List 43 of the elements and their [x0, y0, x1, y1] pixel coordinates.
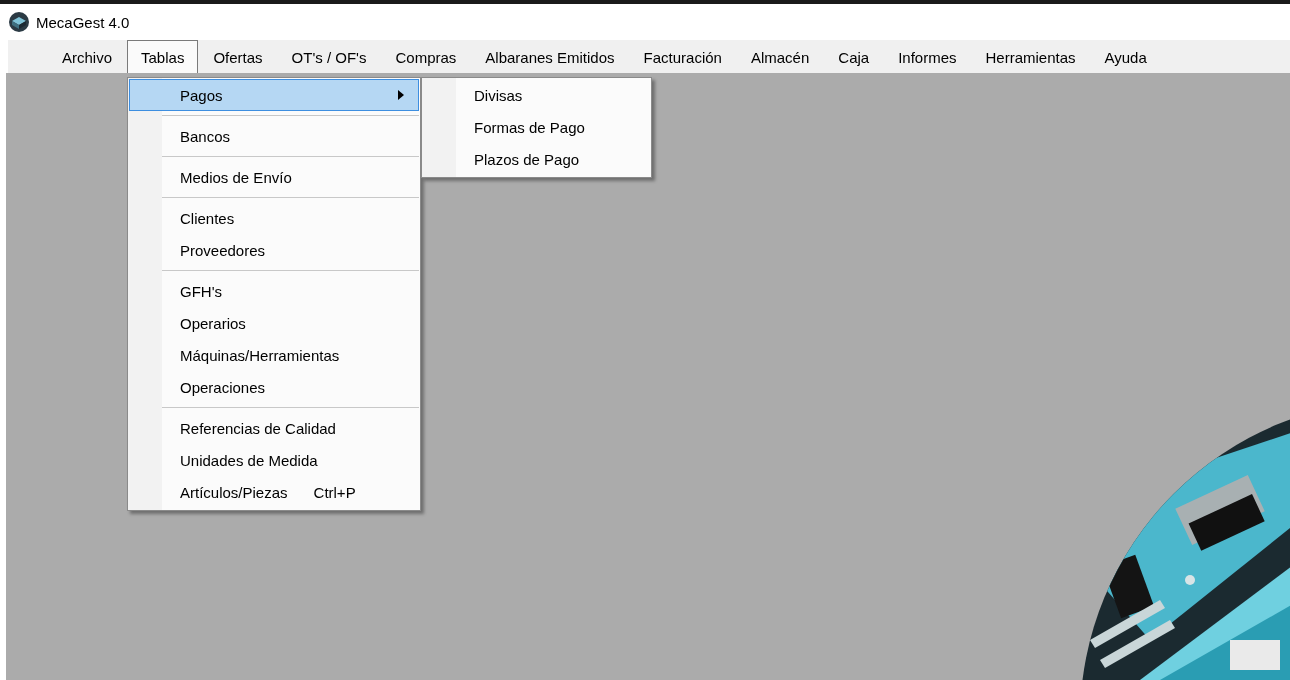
- menu-entry[interactable]: Plazos de Pago: [423, 143, 650, 175]
- menu-entry[interactable]: Operaciones: [129, 371, 419, 403]
- entry-label: Artículos/Piezas: [180, 483, 288, 501]
- menu-entry[interactable]: Referencias de Calidad: [129, 412, 419, 444]
- menu-item[interactable]: Facturación: [629, 40, 736, 73]
- window-title: MecaGest 4.0: [36, 13, 130, 31]
- menu-entry[interactable]: Medios de Envío: [129, 161, 419, 193]
- menu-item[interactable]: Almacén: [736, 40, 824, 73]
- entry-label: Clientes: [180, 209, 235, 227]
- entry-label: Proveedores: [180, 241, 266, 259]
- submenu-arrow-icon: [398, 90, 404, 100]
- entry-label: GFH's: [180, 282, 223, 300]
- menu-entry[interactable]: Proveedores: [129, 234, 419, 266]
- menu-item[interactable]: Herramientas: [971, 40, 1090, 73]
- entry-label: Máquinas/Herramientas: [180, 346, 340, 364]
- menu-entry[interactable]: Artículos/Piezas Ctrl+P: [129, 476, 419, 508]
- app-cube-icon: [8, 11, 30, 33]
- entry-label: Pagos: [180, 86, 223, 104]
- menu-item[interactable]: Archivo: [48, 40, 127, 73]
- menu-item[interactable]: Compras: [381, 40, 471, 73]
- shortcut-label: Ctrl+P: [313, 483, 356, 501]
- menu-item[interactable]: Ayuda: [1090, 40, 1161, 73]
- menu-item[interactable]: Albaranes Emitidos: [471, 40, 629, 73]
- menu-entry[interactable]: Operarios: [129, 307, 419, 339]
- menu-item[interactable]: Tablas: [127, 40, 199, 73]
- entry-label: Unidades de Medida: [180, 451, 318, 469]
- menu-entry[interactable]: Formas de Pago: [423, 111, 650, 143]
- entry-label: Medios de Envío: [180, 168, 292, 186]
- menu-entry[interactable]: Máquinas/Herramientas: [129, 339, 419, 371]
- menu-entry[interactable]: Bancos: [129, 120, 419, 152]
- menu-entry[interactable]: Unidades de Medida: [129, 444, 419, 476]
- menu-entry[interactable]: Divisas: [423, 79, 650, 111]
- menu-entry[interactable]: Clientes: [129, 202, 419, 234]
- entry-label: Operarios: [180, 314, 246, 332]
- menu-item[interactable]: Informes: [884, 40, 971, 73]
- entry-label: Bancos: [180, 127, 231, 145]
- menu-item[interactable]: Caja: [824, 40, 884, 73]
- entry-label: Referencias de Calidad: [180, 419, 336, 437]
- entry-label: Operaciones: [180, 378, 266, 396]
- menu-item[interactable]: OT's / OF's: [277, 40, 381, 73]
- menu-entry[interactable]: GFH's: [129, 275, 419, 307]
- menu-entry[interactable]: Pagos: [129, 79, 419, 111]
- menu-item[interactable]: Ofertas: [199, 40, 277, 73]
